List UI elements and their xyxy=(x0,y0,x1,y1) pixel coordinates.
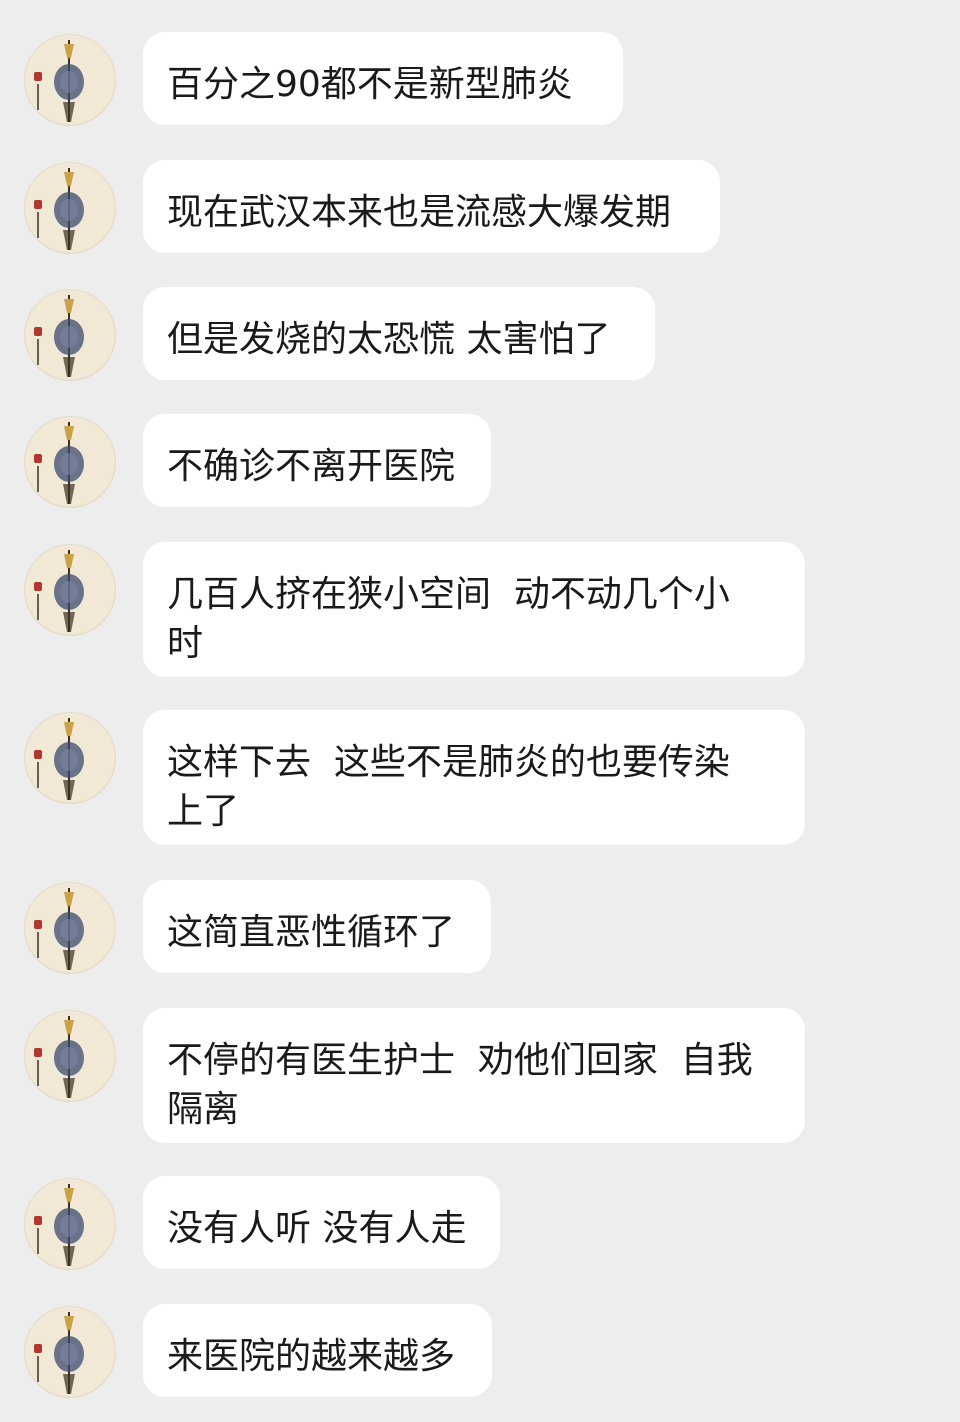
avatar-icon[interactable] xyxy=(24,544,116,636)
message-bubble: 百分之90都不是新型肺炎 xyxy=(143,32,623,125)
avatar-icon[interactable] xyxy=(24,1010,116,1102)
message-bubble: 这简直恶性循环了 xyxy=(143,880,491,973)
avatar-icon[interactable] xyxy=(24,1306,116,1398)
message-bubble: 不停的有医生护士 劝他们回家 自我 隔离 xyxy=(143,1008,805,1143)
message-bubble: 但是发烧的太恐慌 太害怕了 xyxy=(143,287,655,380)
avatar-icon[interactable] xyxy=(24,289,116,381)
message-bubble: 几百人挤在狭小空间 动不动几个小 时 xyxy=(143,542,805,677)
avatar-icon[interactable] xyxy=(24,882,116,974)
message-bubble: 没有人听 没有人走 xyxy=(143,1176,500,1269)
avatar-icon[interactable] xyxy=(24,34,116,126)
message-bubble: 现在武汉本来也是流感大爆发期 xyxy=(143,160,720,253)
message-bubble: 来医院的越来越多 xyxy=(143,1304,492,1397)
message-bubble: 不确诊不离开医院 xyxy=(143,414,491,507)
chat-area: 百分之90都不是新型肺炎 现在武汉本来也是流感大爆发期 但是发烧的太恐慌 太害怕… xyxy=(0,0,960,1422)
message-bubble: 这样下去 这些不是肺炎的也要传染 上了 xyxy=(143,710,805,845)
avatar-icon[interactable] xyxy=(24,1178,116,1270)
avatar-icon[interactable] xyxy=(24,416,116,508)
avatar-icon[interactable] xyxy=(24,162,116,254)
avatar-icon[interactable] xyxy=(24,712,116,804)
